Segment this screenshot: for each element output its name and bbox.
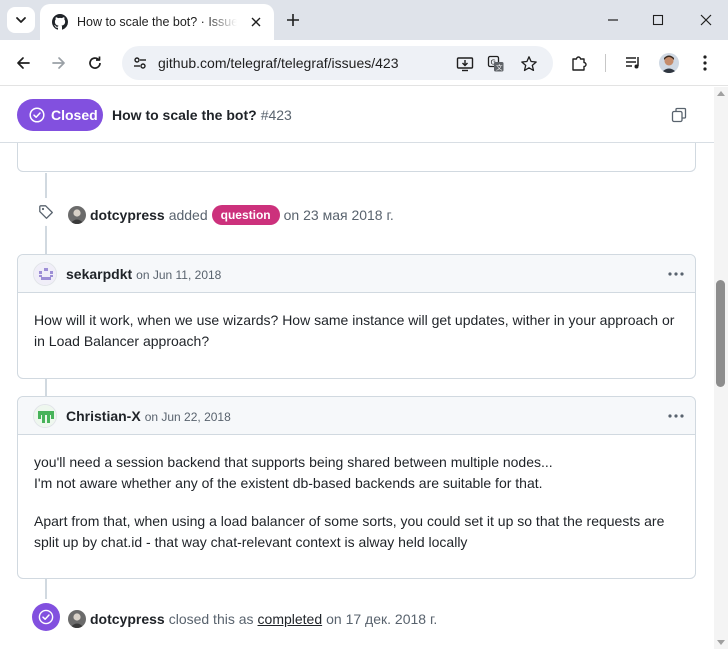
comment-box: sekarpdkt on Jun 11, 2018 How will it wor… [17, 254, 696, 379]
scroll-thumb[interactable] [716, 280, 725, 387]
close-window-button[interactable] [694, 8, 718, 32]
reload-button[interactable] [83, 51, 107, 75]
tab-search-button[interactable] [7, 7, 35, 33]
forward-button[interactable] [47, 51, 71, 75]
comment-header: sekarpdkt on Jun 11, 2018 [18, 255, 695, 293]
comment-author-link[interactable]: Christian-X [66, 408, 141, 424]
arrow-right-icon [52, 57, 65, 69]
translate-icon[interactable]: G文 [486, 54, 506, 74]
event-action-text: added [168, 207, 208, 223]
chevron-down-icon [16, 17, 26, 23]
label-event-text: dotcypress added question on 23 мая 2018… [68, 205, 394, 225]
comment-paragraph: Apart from that, when using a load balan… [34, 513, 665, 550]
label-event: dotcypress added question on 23 мая 2018… [0, 196, 714, 232]
scroll-down-arrow[interactable] [717, 640, 725, 645]
event-author-link[interactable]: dotcypress [90, 611, 165, 627]
bookmark-star-icon[interactable] [519, 54, 539, 74]
comment-menu-button[interactable] [665, 264, 687, 284]
comment-date[interactable]: on Jun 11, 2018 [136, 268, 221, 282]
tag-icon [32, 198, 60, 226]
avatar[interactable] [33, 404, 57, 428]
maximize-button[interactable] [646, 8, 670, 32]
profile-avatar[interactable] [659, 53, 679, 73]
copy-icon [671, 107, 687, 123]
event-date[interactable]: on 17 дек. 2018 г. [326, 611, 437, 627]
comment-paragraph: How will it work, when we use wizards? H… [34, 312, 675, 349]
media-controls-icon[interactable] [622, 52, 644, 74]
browser-menu-icon[interactable] [694, 52, 716, 74]
url-text: github.com/telegraf/telegraf/issues/423 [158, 55, 399, 71]
close-reason-link[interactable]: completed [258, 611, 323, 627]
closed-check-icon [32, 603, 60, 631]
scroll-up-arrow[interactable] [717, 91, 725, 96]
tab-close-icon[interactable] [248, 14, 264, 30]
issue-state-label: Closed [51, 107, 98, 123]
timeline-line [45, 579, 47, 599]
browser-tab[interactable]: How to scale the bot? · Issue #423 [40, 4, 274, 40]
comment-menu-button[interactable] [665, 406, 687, 426]
avatar[interactable] [68, 610, 86, 628]
comment-body: How will it work, when we use wizards? H… [18, 293, 695, 352]
minimize-icon [608, 19, 618, 21]
extensions-icon[interactable] [568, 52, 590, 74]
address-bar[interactable]: github.com/telegraf/telegraf/issues/423 … [122, 46, 553, 80]
comment-body: you'll need a session backend that suppo… [18, 435, 695, 553]
issue-title-text: How to scale the bot? [112, 107, 257, 123]
comment-paragraph: you'll need a session backend that suppo… [34, 454, 553, 491]
sticky-issue-header: Closed How to scale the bot? #423 [0, 87, 714, 143]
event-action-text: closed this as [168, 611, 254, 627]
site-info-icon[interactable] [131, 54, 149, 72]
page-scrollbar[interactable] [714, 87, 728, 649]
browser-toolbar: github.com/telegraf/telegraf/issues/423 … [0, 40, 728, 86]
event-date[interactable]: on 23 мая 2018 г. [284, 207, 394, 223]
comment-header: Christian-X on Jun 22, 2018 [18, 397, 695, 435]
github-icon [52, 14, 68, 30]
plus-icon [287, 14, 299, 26]
event-author-link[interactable]: dotcypress [90, 207, 165, 223]
arrow-left-icon [17, 57, 30, 69]
new-tab-button[interactable] [283, 10, 303, 30]
minimize-button[interactable] [601, 8, 625, 32]
install-app-icon[interactable] [455, 54, 475, 74]
copy-link-button[interactable] [670, 106, 688, 124]
issue-state-badge: Closed [17, 99, 103, 131]
close-event-text: dotcypress closed this as completed on 1… [68, 610, 437, 628]
issue-title: How to scale the bot? #423 [112, 107, 292, 123]
tab-title: How to scale the bot? · Issue #423 [77, 15, 237, 29]
avatar[interactable] [33, 262, 57, 286]
browser-tab-bar: How to scale the bot? · Issue #423 [0, 0, 728, 40]
toolbar-separator [605, 54, 606, 72]
maximize-icon [652, 14, 664, 26]
avatar[interactable] [68, 206, 86, 224]
timeline-line [45, 379, 47, 397]
kebab-horizontal-icon [668, 414, 684, 418]
comment-date[interactable]: on Jun 22, 2018 [145, 410, 231, 424]
comment-author-link[interactable]: sekarpdkt [66, 266, 132, 282]
comment-box: Christian-X on Jun 22, 2018 you'll need a… [17, 396, 696, 579]
kebab-horizontal-icon [668, 272, 684, 276]
reload-icon [89, 56, 101, 69]
question-label[interactable]: question [211, 205, 280, 225]
page-content: Closed How to scale the bot? #423 dotcypr… [0, 87, 714, 649]
back-button[interactable] [11, 51, 35, 75]
comment-author: Christian-X on Jun 22, 2018 [66, 408, 231, 424]
svg-text:文: 文 [496, 63, 503, 72]
close-icon [700, 14, 712, 26]
check-circle-icon [29, 107, 45, 123]
issue-number: #423 [260, 107, 292, 123]
close-event: dotcypress closed this as completed on 1… [0, 601, 714, 637]
comment-author: sekarpdkt on Jun 11, 2018 [66, 266, 221, 282]
